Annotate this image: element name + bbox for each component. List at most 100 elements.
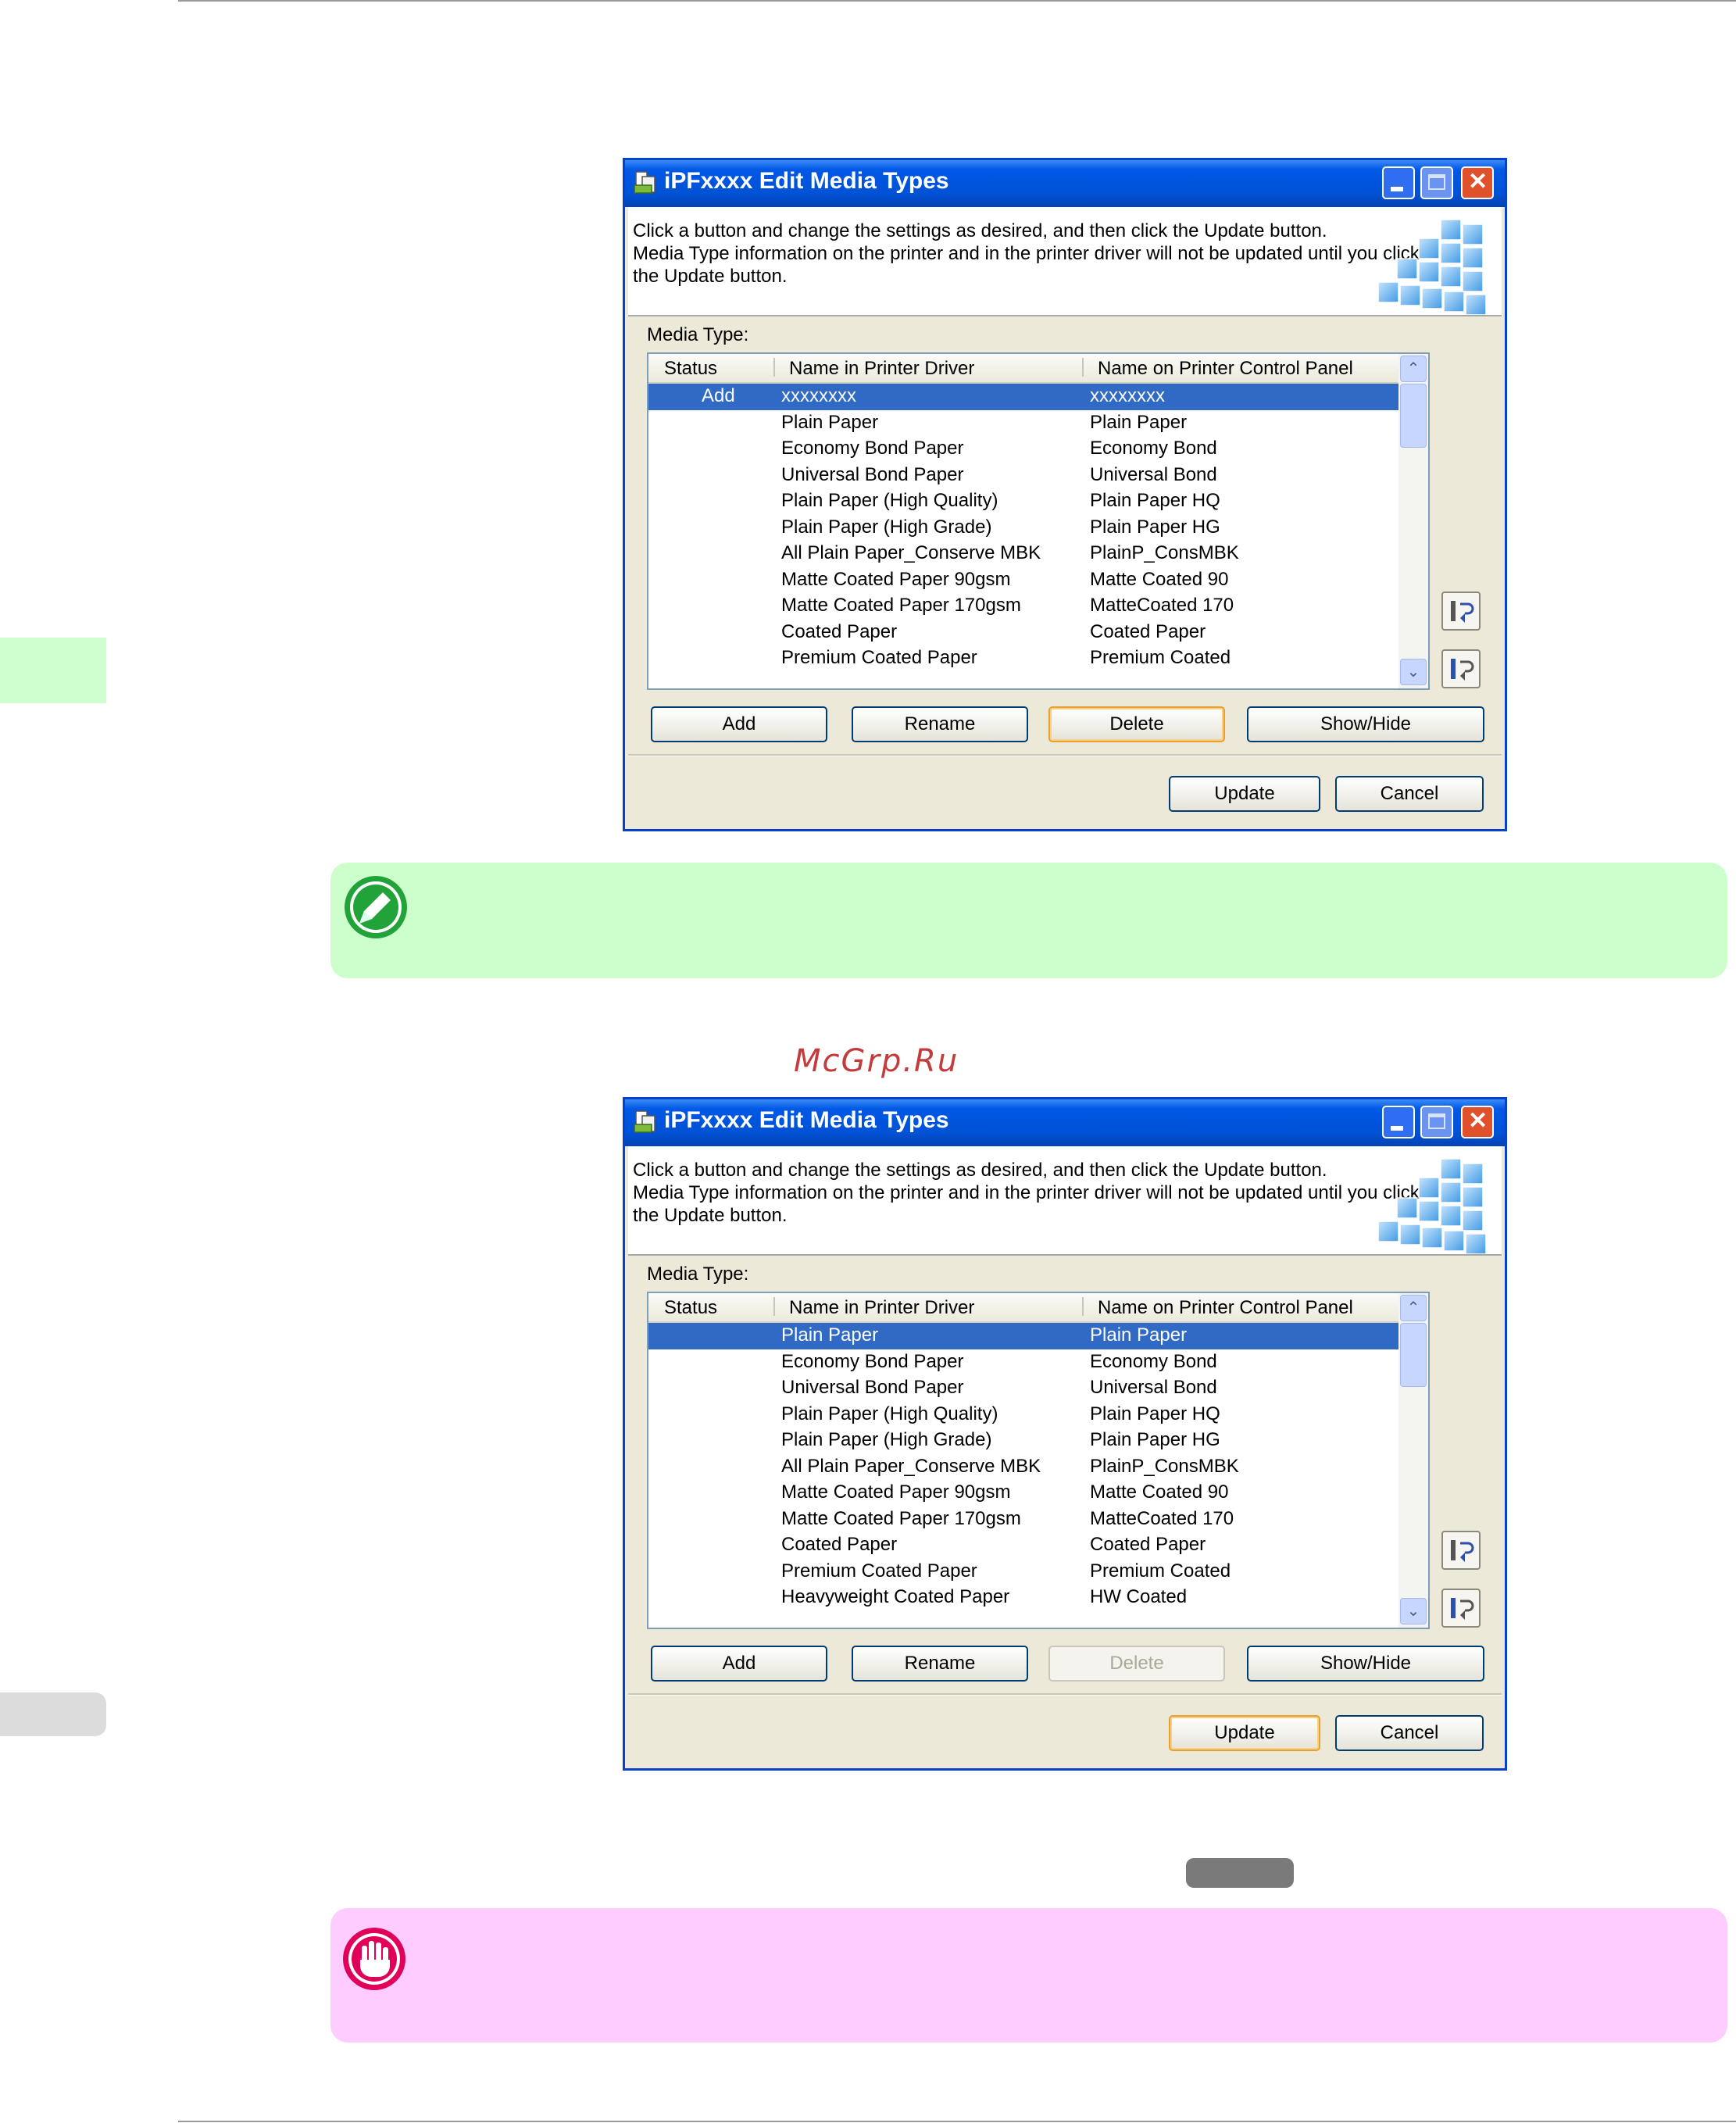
list-item[interactable]: Coated Paper Coated Paper <box>648 620 1398 646</box>
hand-stop-icon <box>343 1928 405 1990</box>
maximize-button[interactable] <box>1420 166 1453 199</box>
instruction-panel: Click a button and change the settings a… <box>628 207 1502 316</box>
minimize-button[interactable] <box>1382 166 1415 199</box>
list-item[interactable]: All Plain Paper_Conserve MBK PlainP_ConsM… <box>648 1454 1398 1481</box>
list-item[interactable]: Premium Coated Paper Premium Coated <box>648 645 1398 672</box>
note-box <box>330 863 1727 978</box>
column-separator <box>1082 1297 1084 1316</box>
list-item[interactable]: Heavyweight Coated Paper HW Coated <box>648 1585 1398 1611</box>
scroll-thumb[interactable] <box>1400 1323 1427 1387</box>
move-up-button[interactable] <box>1441 592 1481 631</box>
list-item[interactable]: Plain Paper (High Quality) Plain Paper HQ <box>648 488 1398 515</box>
move-up-icon <box>1451 1540 1474 1562</box>
column-status[interactable]: Status <box>664 358 717 380</box>
top-rule <box>178 0 1736 2</box>
list-item[interactable]: Add xxxxxxxx xxxxxxxx <box>648 384 1398 410</box>
chapter-tab <box>0 638 106 703</box>
scroll-down-button[interactable]: ⌄ <box>1400 1598 1427 1624</box>
bottom-rule <box>178 2121 1736 2122</box>
printer-app-icon <box>634 171 655 194</box>
column-separator <box>773 358 775 377</box>
page-tab <box>0 1692 106 1736</box>
column-panel-name[interactable]: Name on Printer Control Panel <box>1098 1297 1353 1319</box>
list-item[interactable]: Economy Bond Paper Economy Bond <box>648 1349 1398 1376</box>
cancel-button[interactable]: Cancel <box>1335 776 1484 812</box>
minimize-button[interactable] <box>1382 1106 1415 1138</box>
column-panel-name[interactable]: Name on Printer Control Panel <box>1098 358 1353 380</box>
dialog-title: iPFxxxx Edit Media Types <box>664 168 949 194</box>
show-hide-button[interactable]: Show/Hide <box>1247 1646 1484 1682</box>
move-down-button[interactable] <box>1441 649 1481 688</box>
list-rows: Plain Paper Plain Paper Economy Bond Pape… <box>648 1323 1398 1611</box>
close-button[interactable]: ✕ <box>1461 166 1494 199</box>
list-item[interactable]: Matte Coated Paper 90gsm Matte Coated 90 <box>648 1480 1398 1506</box>
instruction-text: Click a button and change the settings a… <box>633 1160 1420 1226</box>
list-item[interactable]: Matte Coated Paper 90gsm Matte Coated 90 <box>648 567 1398 594</box>
rename-button[interactable]: Rename <box>852 1646 1028 1682</box>
button-reference-pill <box>1186 1858 1294 1888</box>
scroll-down-button[interactable]: ⌄ <box>1400 659 1427 685</box>
list-item[interactable]: Plain Paper (High Grade) Plain Paper HG <box>648 1428 1398 1454</box>
list-item[interactable]: Universal Bond Paper Universal Bond <box>648 463 1398 489</box>
add-button[interactable]: Add <box>651 706 827 742</box>
update-button[interactable]: Update <box>1169 1715 1320 1751</box>
vertical-scrollbar[interactable]: ⌃ ⌄ <box>1398 354 1428 688</box>
pencil-note-icon <box>345 876 407 938</box>
dialog-title: iPFxxxx Edit Media Types <box>664 1107 949 1133</box>
list-item[interactable]: Matte Coated Paper 170gsm MatteCoated 170 <box>648 1506 1398 1533</box>
title-bar[interactable]: iPFxxxx Edit Media Types ✕ <box>625 1099 1505 1146</box>
list-header: Status Name in Printer Driver Name on Pr… <box>648 1293 1398 1323</box>
move-down-icon <box>1451 659 1474 681</box>
column-separator <box>773 1297 775 1316</box>
show-hide-button[interactable]: Show/Hide <box>1247 706 1484 742</box>
important-box <box>330 1908 1727 2043</box>
list-item[interactable]: Plain Paper (High Grade) Plain Paper HG <box>648 515 1398 541</box>
list-item[interactable]: Economy Bond Paper Economy Bond <box>648 436 1398 463</box>
move-down-button[interactable] <box>1441 1589 1481 1628</box>
maximize-button[interactable] <box>1420 1106 1453 1138</box>
add-button[interactable]: Add <box>651 1646 827 1682</box>
delete-button[interactable]: Delete <box>1048 1646 1225 1682</box>
list-item[interactable]: Plain Paper (High Quality) Plain Paper HQ <box>648 1402 1398 1428</box>
rename-button[interactable]: Rename <box>852 706 1028 742</box>
list-item[interactable]: All Plain Paper_Conserve MBK PlainP_ConsM… <box>648 541 1398 567</box>
vertical-scrollbar[interactable]: ⌃ ⌄ <box>1398 1293 1428 1628</box>
minimize-icon <box>1391 1126 1403 1131</box>
chevron-down-icon: ⌄ <box>1406 663 1420 681</box>
list-rows: Add xxxxxxxx xxxxxxxx Plain Paper Plain Pap… <box>648 384 1398 672</box>
chevron-up-icon: ⌃ <box>1406 360 1420 377</box>
column-driver-name[interactable]: Name in Printer Driver <box>789 358 974 380</box>
column-status[interactable]: Status <box>664 1297 717 1319</box>
list-item[interactable]: Premium Coated Paper Premium Coated <box>648 1559 1398 1585</box>
list-item[interactable]: Coated Paper Coated Paper <box>648 1532 1398 1559</box>
media-stack-graphic <box>1377 219 1487 315</box>
title-bar[interactable]: iPFxxxx Edit Media Types ✕ <box>625 160 1505 207</box>
list-item[interactable]: Plain Paper Plain Paper <box>648 410 1398 437</box>
media-type-label: Media Type: <box>647 324 749 345</box>
media-type-label: Media Type: <box>647 1263 749 1285</box>
list-item[interactable]: Matte Coated Paper 170gsm MatteCoated 170 <box>648 593 1398 620</box>
cancel-button[interactable]: Cancel <box>1335 1715 1484 1751</box>
divider <box>628 754 1502 756</box>
divider <box>628 1693 1502 1696</box>
media-type-list[interactable]: Status Name in Printer Driver Name on Pr… <box>647 1292 1430 1629</box>
delete-button[interactable]: Delete <box>1048 706 1225 742</box>
close-button[interactable]: ✕ <box>1461 1106 1494 1138</box>
list-item[interactable]: Plain Paper Plain Paper <box>648 1323 1398 1349</box>
column-driver-name[interactable]: Name in Printer Driver <box>789 1297 974 1319</box>
printer-app-icon <box>634 1110 655 1133</box>
update-button[interactable]: Update <box>1169 776 1320 812</box>
move-down-icon <box>1451 1598 1474 1620</box>
scroll-up-button[interactable]: ⌃ <box>1400 356 1427 382</box>
close-icon: ✕ <box>1468 169 1488 195</box>
scroll-thumb[interactable] <box>1400 384 1427 448</box>
column-separator <box>1082 358 1084 377</box>
instruction-panel: Click a button and change the settings a… <box>628 1146 1502 1256</box>
edit-media-types-dialog-2: iPFxxxx Edit Media Types ✕ Click a butto… <box>623 1097 1507 1771</box>
scroll-up-button[interactable]: ⌃ <box>1400 1295 1427 1321</box>
maximize-icon <box>1428 174 1445 190</box>
move-up-button[interactable] <box>1441 1531 1481 1570</box>
list-item[interactable]: Universal Bond Paper Universal Bond <box>648 1375 1398 1402</box>
chevron-down-icon: ⌄ <box>1406 1603 1420 1620</box>
media-type-list[interactable]: Status Name in Printer Driver Name on Pr… <box>647 352 1430 690</box>
